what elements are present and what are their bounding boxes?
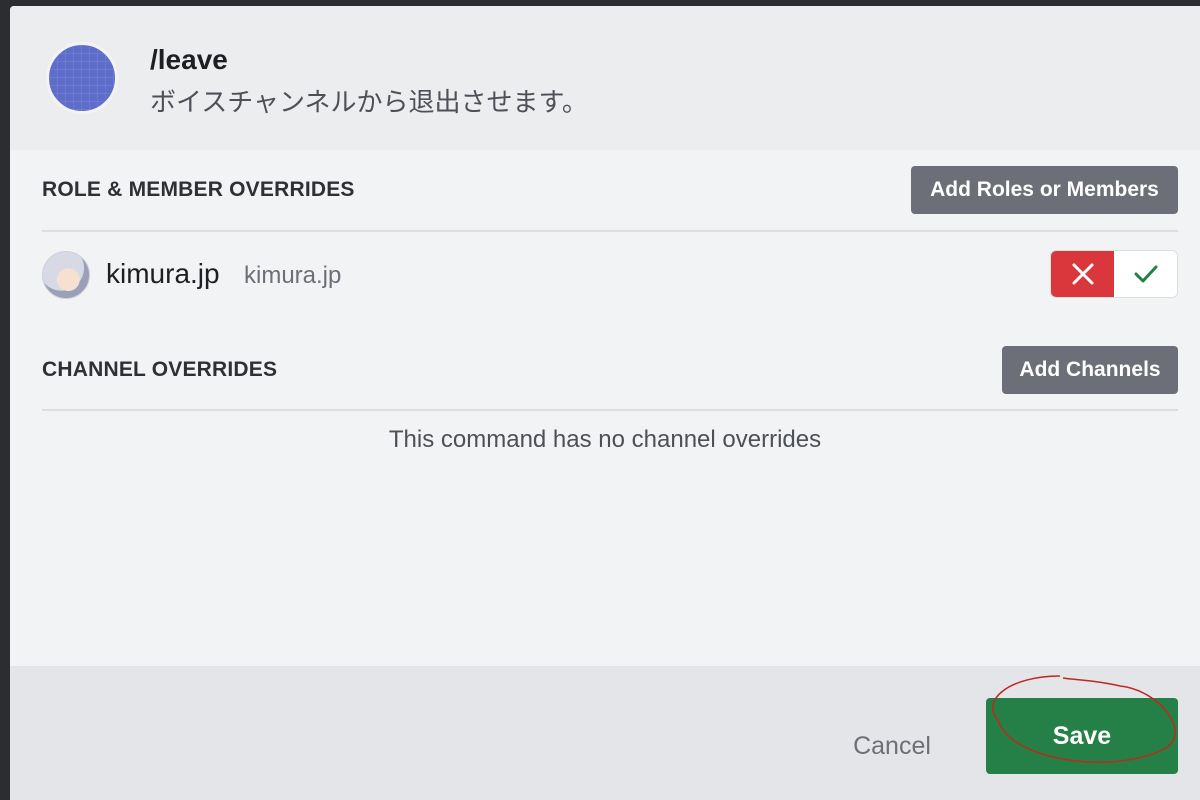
cancel-button[interactable]: Cancel	[832, 716, 952, 776]
check-icon	[1134, 265, 1157, 283]
command-avatar	[46, 42, 118, 114]
member-override-row: kimura.jp kimura.jp	[42, 246, 1178, 306]
close-icon	[1072, 263, 1093, 285]
modal-header: /leave ボイスチャンネルから退出させます。	[10, 6, 1200, 150]
command-permissions-modal: /leave ボイスチャンネルから退出させます。 ROLE & MEMBER O…	[10, 6, 1200, 800]
add-roles-or-members-button[interactable]: Add Roles or Members	[911, 166, 1178, 214]
member-handle: kimura.jp	[244, 262, 342, 289]
empty-state-text: This command has no channel overrides	[388, 426, 822, 453]
avatar	[42, 251, 90, 299]
command-description: ボイスチャンネルから退出させます。	[150, 87, 588, 117]
divider	[42, 409, 1178, 411]
deny-toggle-button[interactable]	[1051, 251, 1114, 297]
member-name: kimura.jp	[106, 258, 220, 289]
divider	[42, 230, 1178, 232]
permission-toggle	[1050, 250, 1178, 298]
allow-toggle-button[interactable]	[1114, 251, 1177, 297]
add-channels-button[interactable]: Add Channels	[1002, 346, 1178, 394]
channel-overrides-title: CHANNEL OVERRIDES	[42, 358, 278, 381]
command-name: /leave	[150, 44, 228, 75]
role-member-overrides-title: ROLE & MEMBER OVERRIDES	[42, 178, 355, 201]
modal-footer: Cancel Save	[10, 666, 1200, 800]
save-button[interactable]: Save	[986, 698, 1178, 774]
